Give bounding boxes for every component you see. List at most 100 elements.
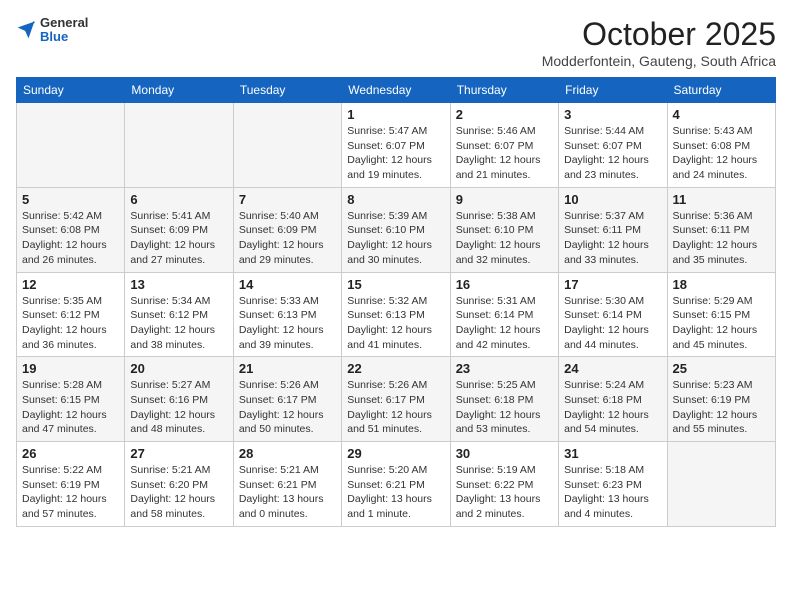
calendar-week-5: 26 Sunrise: 5:22 AM Sunset: 6:19 PM Dayli… — [17, 442, 776, 527]
title-area: October 2025 Modderfontein, Gauteng, Sou… — [542, 16, 776, 69]
day-info: Sunrise: 5:19 AM Sunset: 6:22 PM Dayligh… — [456, 463, 553, 522]
weekday-header-friday: Friday — [559, 78, 667, 103]
calendar-cell: 3 Sunrise: 5:44 AM Sunset: 6:07 PM Daylig… — [559, 103, 667, 188]
day-number: 1 — [347, 107, 444, 122]
day-number: 15 — [347, 277, 444, 292]
calendar-week-4: 19 Sunrise: 5:28 AM Sunset: 6:15 PM Dayli… — [17, 357, 776, 442]
day-info: Sunrise: 5:43 AM Sunset: 6:08 PM Dayligh… — [673, 124, 770, 183]
day-number: 20 — [130, 361, 227, 376]
calendar-cell: 12 Sunrise: 5:35 AM Sunset: 6:12 PM Dayli… — [17, 272, 125, 357]
day-info: Sunrise: 5:26 AM Sunset: 6:17 PM Dayligh… — [347, 378, 444, 437]
calendar-cell: 30 Sunrise: 5:19 AM Sunset: 6:22 PM Dayli… — [450, 442, 558, 527]
day-info: Sunrise: 5:29 AM Sunset: 6:15 PM Dayligh… — [673, 294, 770, 353]
calendar-cell: 16Sunrise: 5:31 AM Sunset: 6:14 PM Dayli… — [450, 272, 558, 357]
day-number: 21 — [239, 361, 336, 376]
weekday-header-wednesday: Wednesday — [342, 78, 450, 103]
day-info: Sunrise: 5:37 AM Sunset: 6:11 PM Dayligh… — [564, 209, 661, 268]
calendar-cell: 5Sunrise: 5:42 AM Sunset: 6:08 PM Daylig… — [17, 187, 125, 272]
day-info: Sunrise: 5:28 AM Sunset: 6:15 PM Dayligh… — [22, 378, 119, 437]
calendar-cell: 11 Sunrise: 5:36 AM Sunset: 6:11 PM Dayli… — [667, 187, 775, 272]
weekday-header-row: SundayMondayTuesdayWednesdayThursdayFrid… — [17, 78, 776, 103]
calendar-cell: 18 Sunrise: 5:29 AM Sunset: 6:15 PM Dayli… — [667, 272, 775, 357]
day-number: 24 — [564, 361, 661, 376]
day-number: 11 — [673, 192, 770, 207]
day-number: 2 — [456, 107, 553, 122]
day-info: Sunrise: 5:40 AM Sunset: 6:09 PM Dayligh… — [239, 209, 336, 268]
calendar-cell: 27Sunrise: 5:21 AM Sunset: 6:20 PM Dayli… — [125, 442, 233, 527]
weekday-header-thursday: Thursday — [450, 78, 558, 103]
day-info: Sunrise: 5:31 AM Sunset: 6:14 PM Dayligh… — [456, 294, 553, 353]
day-number: 28 — [239, 446, 336, 461]
page-header: General Blue October 2025 Modderfontein,… — [16, 16, 776, 69]
day-number: 22 — [347, 361, 444, 376]
weekday-header-saturday: Saturday — [667, 78, 775, 103]
day-info: Sunrise: 5:36 AM Sunset: 6:11 PM Dayligh… — [673, 209, 770, 268]
calendar-table: SundayMondayTuesdayWednesdayThursdayFrid… — [16, 77, 776, 527]
day-info: Sunrise: 5:39 AM Sunset: 6:10 PM Dayligh… — [347, 209, 444, 268]
calendar-cell: 22 Sunrise: 5:26 AM Sunset: 6:17 PM Dayli… — [342, 357, 450, 442]
day-number: 6 — [130, 192, 227, 207]
day-number: 23 — [456, 361, 553, 376]
month-title: October 2025 — [542, 16, 776, 53]
calendar-cell: 29 Sunrise: 5:20 AM Sunset: 6:21 PM Dayli… — [342, 442, 450, 527]
day-number: 31 — [564, 446, 661, 461]
day-info: Sunrise: 5:35 AM Sunset: 6:12 PM Dayligh… — [22, 294, 119, 353]
day-number: 25 — [673, 361, 770, 376]
day-info: Sunrise: 5:21 AM Sunset: 6:20 PM Dayligh… — [130, 463, 227, 522]
day-number: 13 — [130, 277, 227, 292]
calendar-cell: 31 Sunrise: 5:18 AM Sunset: 6:23 PM Dayli… — [559, 442, 667, 527]
day-info: Sunrise: 5:25 AM Sunset: 6:18 PM Dayligh… — [456, 378, 553, 437]
day-number: 4 — [673, 107, 770, 122]
day-number: 30 — [456, 446, 553, 461]
logo-text: General Blue — [40, 16, 88, 45]
day-number: 7 — [239, 192, 336, 207]
calendar-cell: 19 Sunrise: 5:28 AM Sunset: 6:15 PM Dayli… — [17, 357, 125, 442]
calendar-cell: 20 Sunrise: 5:27 AM Sunset: 6:16 PM Dayli… — [125, 357, 233, 442]
calendar-cell: 8Sunrise: 5:39 AM Sunset: 6:10 PM Daylig… — [342, 187, 450, 272]
day-number: 5 — [22, 192, 119, 207]
day-info: Sunrise: 5:32 AM Sunset: 6:13 PM Dayligh… — [347, 294, 444, 353]
calendar-week-2: 5Sunrise: 5:42 AM Sunset: 6:08 PM Daylig… — [17, 187, 776, 272]
day-number: 18 — [673, 277, 770, 292]
calendar-week-3: 12 Sunrise: 5:35 AM Sunset: 6:12 PM Dayli… — [17, 272, 776, 357]
day-info: Sunrise: 5:21 AM Sunset: 6:21 PM Dayligh… — [239, 463, 336, 522]
weekday-header-sunday: Sunday — [17, 78, 125, 103]
day-number: 10 — [564, 192, 661, 207]
weekday-header-monday: Monday — [125, 78, 233, 103]
day-info: Sunrise: 5:30 AM Sunset: 6:14 PM Dayligh… — [564, 294, 661, 353]
calendar-cell: 13 Sunrise: 5:34 AM Sunset: 6:12 PM Dayli… — [125, 272, 233, 357]
day-number: 3 — [564, 107, 661, 122]
calendar-cell: 17Sunrise: 5:30 AM Sunset: 6:14 PM Dayli… — [559, 272, 667, 357]
day-number: 19 — [22, 361, 119, 376]
day-info: Sunrise: 5:44 AM Sunset: 6:07 PM Dayligh… — [564, 124, 661, 183]
calendar-cell: 1 Sunrise: 5:47 AM Sunset: 6:07 PM Daylig… — [342, 103, 450, 188]
day-number: 29 — [347, 446, 444, 461]
calendar-cell: 14Sunrise: 5:33 AM Sunset: 6:13 PM Dayli… — [233, 272, 341, 357]
calendar-cell: 26 Sunrise: 5:22 AM Sunset: 6:19 PM Dayli… — [17, 442, 125, 527]
day-info: Sunrise: 5:46 AM Sunset: 6:07 PM Dayligh… — [456, 124, 553, 183]
day-number: 26 — [22, 446, 119, 461]
day-info: Sunrise: 5:38 AM Sunset: 6:10 PM Dayligh… — [456, 209, 553, 268]
day-info: Sunrise: 5:41 AM Sunset: 6:09 PM Dayligh… — [130, 209, 227, 268]
day-info: Sunrise: 5:27 AM Sunset: 6:16 PM Dayligh… — [130, 378, 227, 437]
day-info: Sunrise: 5:23 AM Sunset: 6:19 PM Dayligh… — [673, 378, 770, 437]
day-info: Sunrise: 5:26 AM Sunset: 6:17 PM Dayligh… — [239, 378, 336, 437]
calendar-cell: 15 Sunrise: 5:32 AM Sunset: 6:13 PM Dayli… — [342, 272, 450, 357]
day-info: Sunrise: 5:34 AM Sunset: 6:12 PM Dayligh… — [130, 294, 227, 353]
day-info: Sunrise: 5:24 AM Sunset: 6:18 PM Dayligh… — [564, 378, 661, 437]
day-number: 9 — [456, 192, 553, 207]
calendar-cell: 7 Sunrise: 5:40 AM Sunset: 6:09 PM Daylig… — [233, 187, 341, 272]
calendar-cell — [233, 103, 341, 188]
day-number: 12 — [22, 277, 119, 292]
calendar-cell: 6 Sunrise: 5:41 AM Sunset: 6:09 PM Daylig… — [125, 187, 233, 272]
calendar-cell: 28 Sunrise: 5:21 AM Sunset: 6:21 PM Dayli… — [233, 442, 341, 527]
day-info: Sunrise: 5:20 AM Sunset: 6:21 PM Dayligh… — [347, 463, 444, 522]
day-number: 14 — [239, 277, 336, 292]
day-info: Sunrise: 5:47 AM Sunset: 6:07 PM Dayligh… — [347, 124, 444, 183]
calendar-cell: 2 Sunrise: 5:46 AM Sunset: 6:07 PM Daylig… — [450, 103, 558, 188]
calendar-cell: 10 Sunrise: 5:37 AM Sunset: 6:11 PM Dayli… — [559, 187, 667, 272]
calendar-cell — [667, 442, 775, 527]
day-info: Sunrise: 5:18 AM Sunset: 6:23 PM Dayligh… — [564, 463, 661, 522]
day-info: Sunrise: 5:22 AM Sunset: 6:19 PM Dayligh… — [22, 463, 119, 522]
logo: General Blue — [16, 16, 88, 45]
